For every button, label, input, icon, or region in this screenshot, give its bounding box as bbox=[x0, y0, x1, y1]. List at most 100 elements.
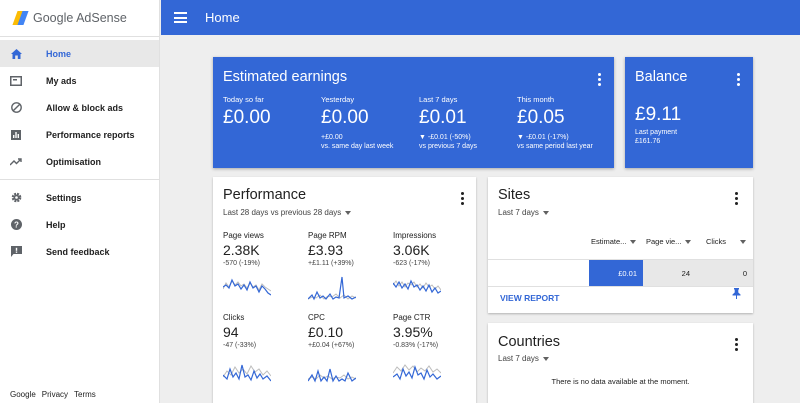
column-header-page-views[interactable]: Page vie... bbox=[646, 237, 692, 246]
sidebar-item-label: My ads bbox=[46, 75, 77, 86]
period-label: Last 7 days bbox=[498, 354, 539, 363]
metric-label: Clicks bbox=[223, 313, 245, 322]
more-options-icon[interactable] bbox=[594, 73, 604, 86]
sidebar-item-home[interactable]: Home bbox=[0, 40, 159, 67]
column-label: Clicks bbox=[706, 237, 726, 246]
column-header-estimated-earnings[interactable]: Estimate... bbox=[591, 237, 637, 246]
metric-impressions[interactable]: Impressions 3.06K -623 (-17%) bbox=[393, 231, 463, 301]
metric-value: 2.38K bbox=[223, 242, 260, 258]
top-app-bar: Home bbox=[161, 0, 800, 35]
card-title: Performance bbox=[223, 187, 307, 203]
menu-icon[interactable] bbox=[174, 10, 187, 26]
dropdown-arrow-icon bbox=[542, 356, 549, 361]
svg-text:?: ? bbox=[14, 220, 19, 229]
ads-icon bbox=[0, 75, 46, 86]
metric-page-ctr[interactable]: Page CTR 3.95% -0.83% (-17%) bbox=[393, 313, 463, 383]
app-name: Google AdSense bbox=[33, 11, 127, 25]
column-label: Page vie... bbox=[646, 237, 682, 246]
last-payment-value: £161.76 bbox=[635, 138, 661, 145]
sidebar-item-label: Home bbox=[46, 48, 72, 59]
balance-value: £9.11 bbox=[635, 104, 682, 125]
last-payment-label: Last payment bbox=[635, 129, 678, 136]
adsense-logo[interactable]: Google AdSense bbox=[0, 0, 159, 36]
earnings-today: Today so far £0.00 bbox=[223, 95, 271, 133]
sparkline-current bbox=[308, 276, 356, 301]
page-views-cell: 24 bbox=[643, 260, 696, 286]
sparkline-chart bbox=[223, 364, 271, 382]
sidebar-divider bbox=[0, 179, 159, 180]
metric-label: Page RPM bbox=[308, 231, 347, 240]
earnings-value: £0.05 bbox=[517, 107, 565, 128]
dropdown-arrow-icon bbox=[542, 210, 549, 215]
sparkline-current bbox=[308, 368, 356, 383]
footer-link-privacy[interactable]: Privacy bbox=[42, 390, 68, 399]
metric-value: 3.06K bbox=[393, 242, 430, 258]
column-label: Estimate... bbox=[591, 237, 627, 246]
earnings-last-7-days: Last 7 days £0.01 ▼ -£0.01 (-50%) vs pre… bbox=[419, 95, 477, 151]
metric-page-views[interactable]: Page views 2.38K -570 (-19%) bbox=[223, 231, 293, 301]
gear-icon bbox=[0, 192, 46, 203]
home-icon bbox=[0, 48, 46, 59]
earnings-value: £0.00 bbox=[321, 107, 369, 128]
earnings-comparison: vs previous 7 days bbox=[419, 143, 477, 150]
earnings-yesterday: Yesterday £0.00 +£0.00 vs. same day last… bbox=[321, 95, 393, 151]
view-report-button[interactable]: VIEW REPORT bbox=[500, 293, 560, 303]
period-dropdown[interactable]: Last 7 days bbox=[498, 208, 549, 217]
sidebar-item-label: Optimisation bbox=[46, 156, 102, 167]
sidebar-item-my-ads[interactable]: My ads bbox=[0, 67, 159, 94]
metric-label: Page views bbox=[223, 231, 264, 240]
more-options-icon[interactable] bbox=[457, 192, 467, 205]
earnings-change: ▼ -£0.01 (-50%) bbox=[419, 134, 471, 141]
sidebar-footer: Google Privacy Terms bbox=[10, 390, 96, 399]
metric-value: 94 bbox=[223, 324, 239, 340]
sidebar-item-label: Send feedback bbox=[46, 246, 110, 257]
help-icon: ? bbox=[0, 219, 46, 230]
more-options-icon[interactable] bbox=[731, 338, 741, 351]
sparkline-chart bbox=[223, 278, 271, 296]
period-label: Last 28 days vs previous 28 days bbox=[223, 208, 342, 217]
metric-cpc[interactable]: CPC £0.10 +£0.04 (+67%) bbox=[308, 313, 378, 383]
metric-change: -623 (-17%) bbox=[393, 260, 430, 267]
dropdown-arrow-icon bbox=[345, 210, 352, 215]
more-options-icon[interactable] bbox=[733, 73, 743, 86]
sidebar-item-allow-block-ads[interactable]: Allow & block ads bbox=[0, 94, 159, 121]
metric-change: +£0.04 (+67%) bbox=[308, 342, 355, 349]
metric-clicks[interactable]: Clicks 94 -47 (-33%) bbox=[223, 313, 293, 383]
footer-link-terms[interactable]: Terms bbox=[74, 390, 96, 399]
feedback-icon bbox=[0, 246, 46, 257]
column-header-clicks[interactable]: Clicks bbox=[706, 237, 746, 246]
sort-arrow-icon bbox=[630, 239, 637, 244]
sidebar-item-optimisation[interactable]: Optimisation bbox=[0, 148, 159, 175]
pin-icon[interactable] bbox=[732, 286, 741, 304]
sidebar-item-send-feedback[interactable]: Send feedback bbox=[0, 238, 159, 265]
metric-change: -570 (-19%) bbox=[223, 260, 260, 267]
earnings-comparison: vs. same day last week bbox=[321, 143, 394, 150]
sidebar: Google AdSense Home My ads Allow & block… bbox=[0, 0, 160, 403]
sidebar-item-help[interactable]: ? Help bbox=[0, 211, 159, 238]
footer-link-google[interactable]: Google bbox=[10, 390, 36, 399]
sidebar-item-settings[interactable]: Settings bbox=[0, 184, 159, 211]
table-row[interactable]: £0.01 24 0 bbox=[488, 259, 753, 287]
adsense-logo-icon bbox=[12, 11, 29, 25]
metric-value: £3.93 bbox=[308, 242, 344, 258]
earnings-value: £0.00 bbox=[223, 107, 271, 128]
sidebar-item-label: Help bbox=[46, 219, 66, 230]
period-dropdown[interactable]: Last 28 days vs previous 28 days bbox=[223, 208, 352, 217]
sites-card: Sites Last 7 days Estimate... Page vie..… bbox=[488, 177, 753, 313]
sidebar-item-performance-reports[interactable]: Performance reports bbox=[0, 121, 159, 148]
sort-arrow-icon bbox=[740, 239, 746, 244]
sparkline-current bbox=[393, 365, 441, 381]
period-dropdown[interactable]: Last 7 days bbox=[498, 354, 549, 363]
block-icon bbox=[0, 102, 46, 113]
more-options-icon[interactable] bbox=[731, 192, 741, 205]
earnings-label: Today so far bbox=[223, 95, 264, 104]
sidebar-item-label: Allow & block ads bbox=[46, 102, 124, 113]
sparkline-chart bbox=[308, 276, 356, 301]
clicks-cell: 0 bbox=[696, 260, 753, 286]
metric-label: Page CTR bbox=[393, 313, 431, 322]
sparkline-chart bbox=[393, 364, 441, 381]
countries-card: Countries Last 7 days There is no data a… bbox=[488, 323, 753, 403]
performance-card: Performance Last 28 days vs previous 28 … bbox=[213, 177, 476, 403]
period-label: Last 7 days bbox=[498, 208, 539, 217]
metric-page-rpm[interactable]: Page RPM £3.93 +£1.11 (+39%) bbox=[308, 231, 378, 301]
